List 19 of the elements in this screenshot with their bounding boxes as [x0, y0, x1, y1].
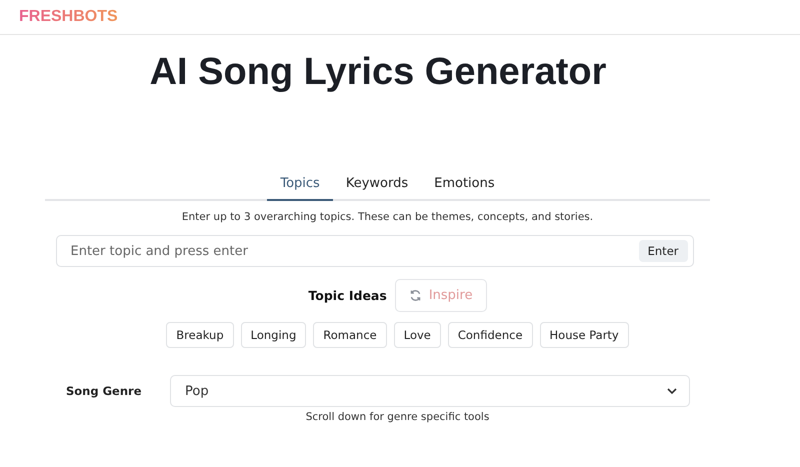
instruction-text: Enter up to 3 overarching topics. These can be themes, concepts, and stories. — [180, 211, 594, 223]
genre-note: Scroll down for genre specific tools — [304, 411, 490, 423]
topic-input-field[interactable]: Enter topic and press enter Enter — [56, 235, 694, 267]
genre-select[interactable]: Pop — [170, 375, 690, 407]
tab[interactable]: Keywords — [332, 168, 422, 201]
song-genre-label: Song Genre — [65, 384, 143, 398]
topic-chip[interactable]: Confidence — [448, 322, 533, 348]
topic-chip[interactable]: Love — [394, 322, 441, 348]
topic-ideas-label: Topic Ideas — [308, 288, 387, 303]
tab[interactable]: Topics — [267, 168, 333, 201]
tab[interactable]: Emotions — [421, 168, 508, 201]
enter-button[interactable]: Enter — [638, 240, 688, 262]
topic-chip[interactable]: Romance — [313, 322, 387, 348]
topic-chip[interactable]: House Party — [540, 322, 629, 348]
topic-chip[interactable]: Longing — [240, 322, 306, 348]
topic-chip[interactable]: Breakup — [166, 322, 234, 348]
chevron-down-icon — [667, 388, 677, 394]
page-title: AI Song Lyrics Generator — [148, 51, 608, 95]
refresh-icon — [408, 289, 422, 302]
